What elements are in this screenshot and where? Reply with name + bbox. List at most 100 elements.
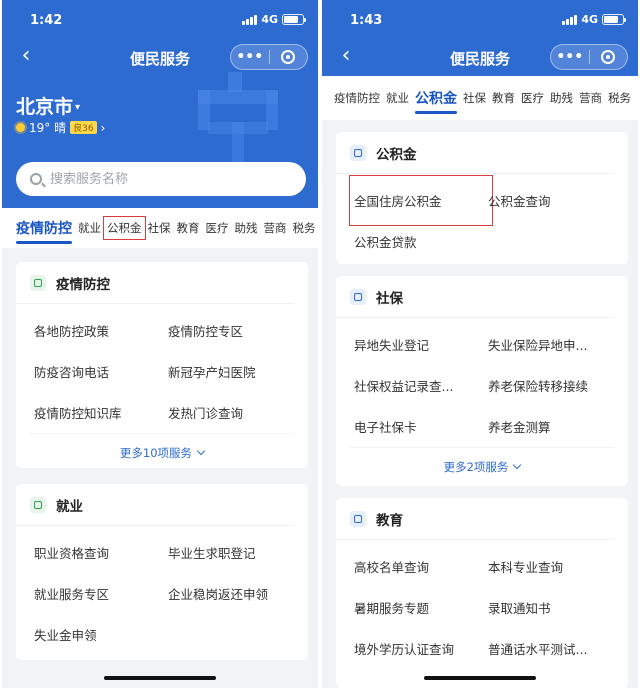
card-housing-fund: 公积金 全国住房公积金 公积金查询 公积金贷款 <box>336 132 628 264</box>
left-screen: 1:42 4G ‹ 便民服务 ••• 北京市▾ 19° 晴 良36 › 疫情防控… <box>2 0 318 688</box>
network-label: 4G <box>581 13 598 26</box>
service-grid: 高校名单查询 本科专业查询 暑期服务专题 录取通知书 境外学历认证查询 普通话水… <box>336 540 628 669</box>
card-header: 公积金 <box>336 132 614 174</box>
service-item[interactable]: 养老保险转移接续 <box>488 365 622 406</box>
service-item[interactable]: 电子社保卡 <box>354 406 488 447</box>
service-item[interactable]: 发热门诊查询 <box>168 392 302 433</box>
miniprogram-capsule: ••• <box>230 44 308 70</box>
service-item[interactable]: 就业服务专区 <box>34 573 168 614</box>
more-options-button[interactable]: ••• <box>551 45 589 69</box>
more-services-label: 更多2项服务 <box>443 459 509 474</box>
tab-tax[interactable]: 税务 <box>293 220 316 236</box>
category-tabs: 疫情防控 就业 公积金 社保 教育 医疗 助残 营商 税务 <box>322 76 638 120</box>
card-title: 教育 <box>376 512 403 529</box>
status-time: 1:43 <box>350 13 383 28</box>
miniprogram-capsule: ••• <box>550 44 628 70</box>
service-item[interactable]: 新冠孕产妇医院 <box>168 351 302 392</box>
search-input[interactable] <box>50 171 270 187</box>
service-item[interactable]: 暑期服务专题 <box>354 587 488 628</box>
service-item[interactable]: 异地失业登记 <box>354 324 488 365</box>
weather-info[interactable]: 19° 晴 良36 › <box>16 119 105 136</box>
tab-housing-fund[interactable]: 公积金 <box>103 216 146 240</box>
tab-business[interactable]: 营商 <box>264 220 287 236</box>
card-title: 就业 <box>56 498 83 515</box>
service-grid: 全国住房公积金 公积金查询 公积金贷款 <box>336 174 628 262</box>
service-item[interactable]: 疫情防控知识库 <box>34 392 168 433</box>
tab-social-security[interactable]: 社保 <box>148 220 171 236</box>
close-miniprogram-button[interactable] <box>589 45 627 69</box>
service-item[interactable]: 各地防控政策 <box>34 310 168 351</box>
service-item[interactable]: 普通话水平测试... <box>488 628 622 669</box>
service-item[interactable]: 失业保险异地申... <box>488 324 622 365</box>
city-selector[interactable]: 北京市 ▾ <box>16 92 80 119</box>
battery-icon <box>602 14 626 25</box>
service-item[interactable]: 职业资格查询 <box>34 532 168 573</box>
service-item[interactable]: 社保权益记录查... <box>354 365 488 406</box>
card-header: 教育 <box>336 498 614 540</box>
signal-icon <box>562 14 578 25</box>
status-indicators: 4G <box>242 13 306 26</box>
tab-education[interactable]: 教育 <box>492 90 515 106</box>
tab-epidemic[interactable]: 疫情防控 <box>16 218 72 244</box>
tab-business[interactable]: 营商 <box>579 90 602 106</box>
tab-social-security[interactable]: 社保 <box>463 90 486 106</box>
card-title: 社保 <box>376 290 403 307</box>
service-grid: 各地防控政策 疫情防控专区 防疫咨询电话 新冠孕产妇医院 疫情防控知识库 发热门… <box>16 304 308 433</box>
card-epidemic: 疫情防控 各地防控政策 疫情防控专区 防疫咨询电话 新冠孕产妇医院 疫情防控知识… <box>16 262 308 468</box>
home-indicator <box>424 676 536 680</box>
service-item[interactable]: 疫情防控专区 <box>168 310 302 351</box>
chevron-down-icon <box>196 446 206 455</box>
service-item[interactable]: 录取通知书 <box>488 587 622 628</box>
tab-employment[interactable]: 就业 <box>78 220 101 236</box>
card-social-security: 社保 异地失业登记 失业保险异地申... 社保权益记录查... 养老保险转移接续… <box>336 276 628 486</box>
card-title: 公积金 <box>376 146 417 163</box>
chevron-right-icon: › <box>100 120 106 135</box>
house-icon <box>350 144 366 161</box>
service-item[interactable]: 毕业生求职登记 <box>168 532 302 573</box>
network-label: 4G <box>261 13 278 26</box>
close-miniprogram-button[interactable] <box>269 45 307 69</box>
service-item[interactable]: 企业稳岗返还申领 <box>168 573 302 614</box>
battery-icon <box>282 14 306 25</box>
chevron-down-icon <box>513 460 522 469</box>
tab-housing-fund[interactable]: 公积金 <box>415 88 457 114</box>
search-icon <box>30 173 42 185</box>
id-card-icon <box>350 288 366 305</box>
shield-icon <box>30 274 46 291</box>
tab-disability[interactable]: 助残 <box>235 220 258 236</box>
service-item[interactable]: 公积金贷款 <box>354 221 488 262</box>
tab-epidemic[interactable]: 疫情防控 <box>334 90 380 106</box>
service-item[interactable]: 防疫咨询电话 <box>34 351 168 392</box>
more-options-button[interactable]: ••• <box>231 45 269 69</box>
service-item[interactable]: 高校名单查询 <box>354 546 488 587</box>
weather-temp: 19° 晴 <box>29 121 67 135</box>
service-item-national-housing-fund[interactable]: 全国住房公积金 <box>349 175 493 226</box>
status-bar: 1:42 4G <box>2 0 318 38</box>
service-item[interactable]: 养老金测算 <box>488 406 622 447</box>
card-education: 教育 高校名单查询 本科专业查询 暑期服务专题 录取通知书 境外学历认证查询 普… <box>336 498 628 688</box>
service-item[interactable]: 本科专业查询 <box>488 546 622 587</box>
caret-down-icon: ▾ <box>75 102 81 113</box>
card-header: 就业 <box>16 484 294 526</box>
card-header: 社保 <box>336 276 614 318</box>
nav-bar: ‹ 便民服务 ••• <box>2 38 318 76</box>
tab-employment[interactable]: 就业 <box>386 90 409 106</box>
tab-education[interactable]: 教育 <box>177 220 200 236</box>
service-item[interactable]: 公积金查询 <box>488 180 622 221</box>
more-icon: ••• <box>236 49 264 65</box>
service-item[interactable]: 失业金申领 <box>34 614 168 655</box>
tab-disability[interactable]: 助残 <box>550 90 573 106</box>
tab-medical[interactable]: 医疗 <box>521 90 544 106</box>
more-services-button[interactable]: 更多10项服务 <box>30 433 294 471</box>
tab-tax[interactable]: 税务 <box>608 90 631 106</box>
service-item[interactable]: 境外学历认证查询 <box>354 628 488 669</box>
city-name: 北京市 <box>16 96 74 118</box>
search-bar[interactable] <box>16 162 306 196</box>
card-title: 疫情防控 <box>56 276 110 293</box>
more-icon: ••• <box>556 49 584 65</box>
target-icon <box>281 50 296 64</box>
tab-medical[interactable]: 医疗 <box>206 220 229 236</box>
category-tabs: 疫情防控 就业 公积金 社保 教育 医疗 助残 营商 税务 <box>2 208 318 248</box>
header-decoration <box>198 72 278 172</box>
more-services-button[interactable]: 更多2项服务 <box>350 447 614 485</box>
